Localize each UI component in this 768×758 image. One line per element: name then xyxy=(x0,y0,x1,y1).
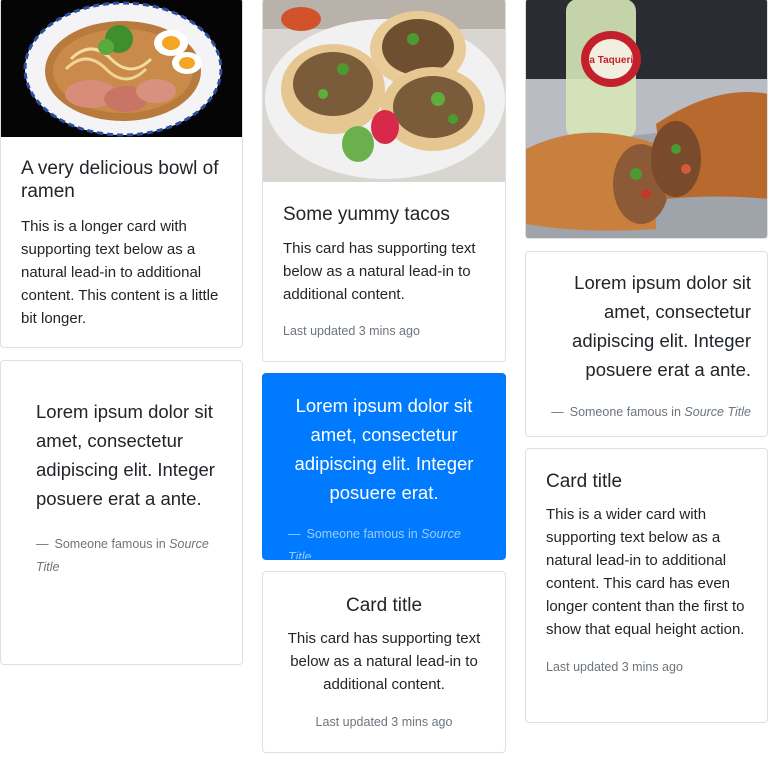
tacos-card: Some yummy tacos This card has supportin… xyxy=(262,0,506,362)
wide-card-text: This is a wider card with supporting tex… xyxy=(546,506,745,638)
quote-card-left: Lorem ipsum dolor sit amet, consectetur … xyxy=(0,360,243,665)
quote-dash: — xyxy=(36,537,49,551)
tacos-title: Some yummy tacos xyxy=(283,204,450,225)
center-card-updated: Last updated 3 mins ago xyxy=(315,715,453,729)
wide-card-title: Card title xyxy=(546,471,623,492)
ramen-image xyxy=(1,0,242,137)
ramen-title: A very delicious bowl of ramen xyxy=(21,158,219,202)
quote-card-blue: Lorem ipsum dolor sit amet, consectetur … xyxy=(262,373,506,560)
tacos-image xyxy=(263,0,505,182)
burrito-image: La Taqueria xyxy=(526,0,767,238)
quote-left-text: Lorem ipsum dolor sit amet, consectetur … xyxy=(36,401,215,509)
center-card: Card title This card has supporting text… xyxy=(262,571,506,753)
tacos-updated: Last updated 3 mins ago xyxy=(283,324,420,338)
quote-card-right: Lorem ipsum dolor sit amet, consectetur … xyxy=(525,251,768,437)
bottle-label: La Taqueria xyxy=(583,55,639,66)
quote-blue-text: Lorem ipsum dolor sit amet, consectetur … xyxy=(294,395,474,503)
burrito-card: La Taqueria xyxy=(525,0,768,239)
center-card-text: This card has supporting text below as a… xyxy=(287,630,481,693)
quote-right-footer: — Someone famous in Source Title xyxy=(546,401,751,424)
quote-blue-footer: — Someone famous in Source Title xyxy=(283,523,485,559)
quote-dash: — xyxy=(551,405,564,419)
quote-right-text: Lorem ipsum dolor sit amet, consectetur … xyxy=(572,272,751,380)
wide-card: Card title This is a wider card with sup… xyxy=(525,448,768,723)
quote-blue-author: Someone famous in xyxy=(306,527,418,541)
ramen-text: This is a longer card with supporting te… xyxy=(21,218,219,327)
center-card-title: Card title xyxy=(345,595,423,616)
quote-dash: — xyxy=(288,527,301,541)
ramen-card: A very delicious bowl of ramen This is a… xyxy=(0,0,243,348)
quote-right-source: Source Title xyxy=(684,405,751,419)
quote-right-author: Someone famous in xyxy=(569,405,681,419)
quote-left-footer: — Someone famous in Source Title xyxy=(36,533,222,579)
wide-card-updated: Last updated 3 mins ago xyxy=(546,660,683,674)
quote-left-author: Someone famous in xyxy=(54,537,166,551)
tacos-text: This card has supporting text below as a… xyxy=(283,240,476,303)
